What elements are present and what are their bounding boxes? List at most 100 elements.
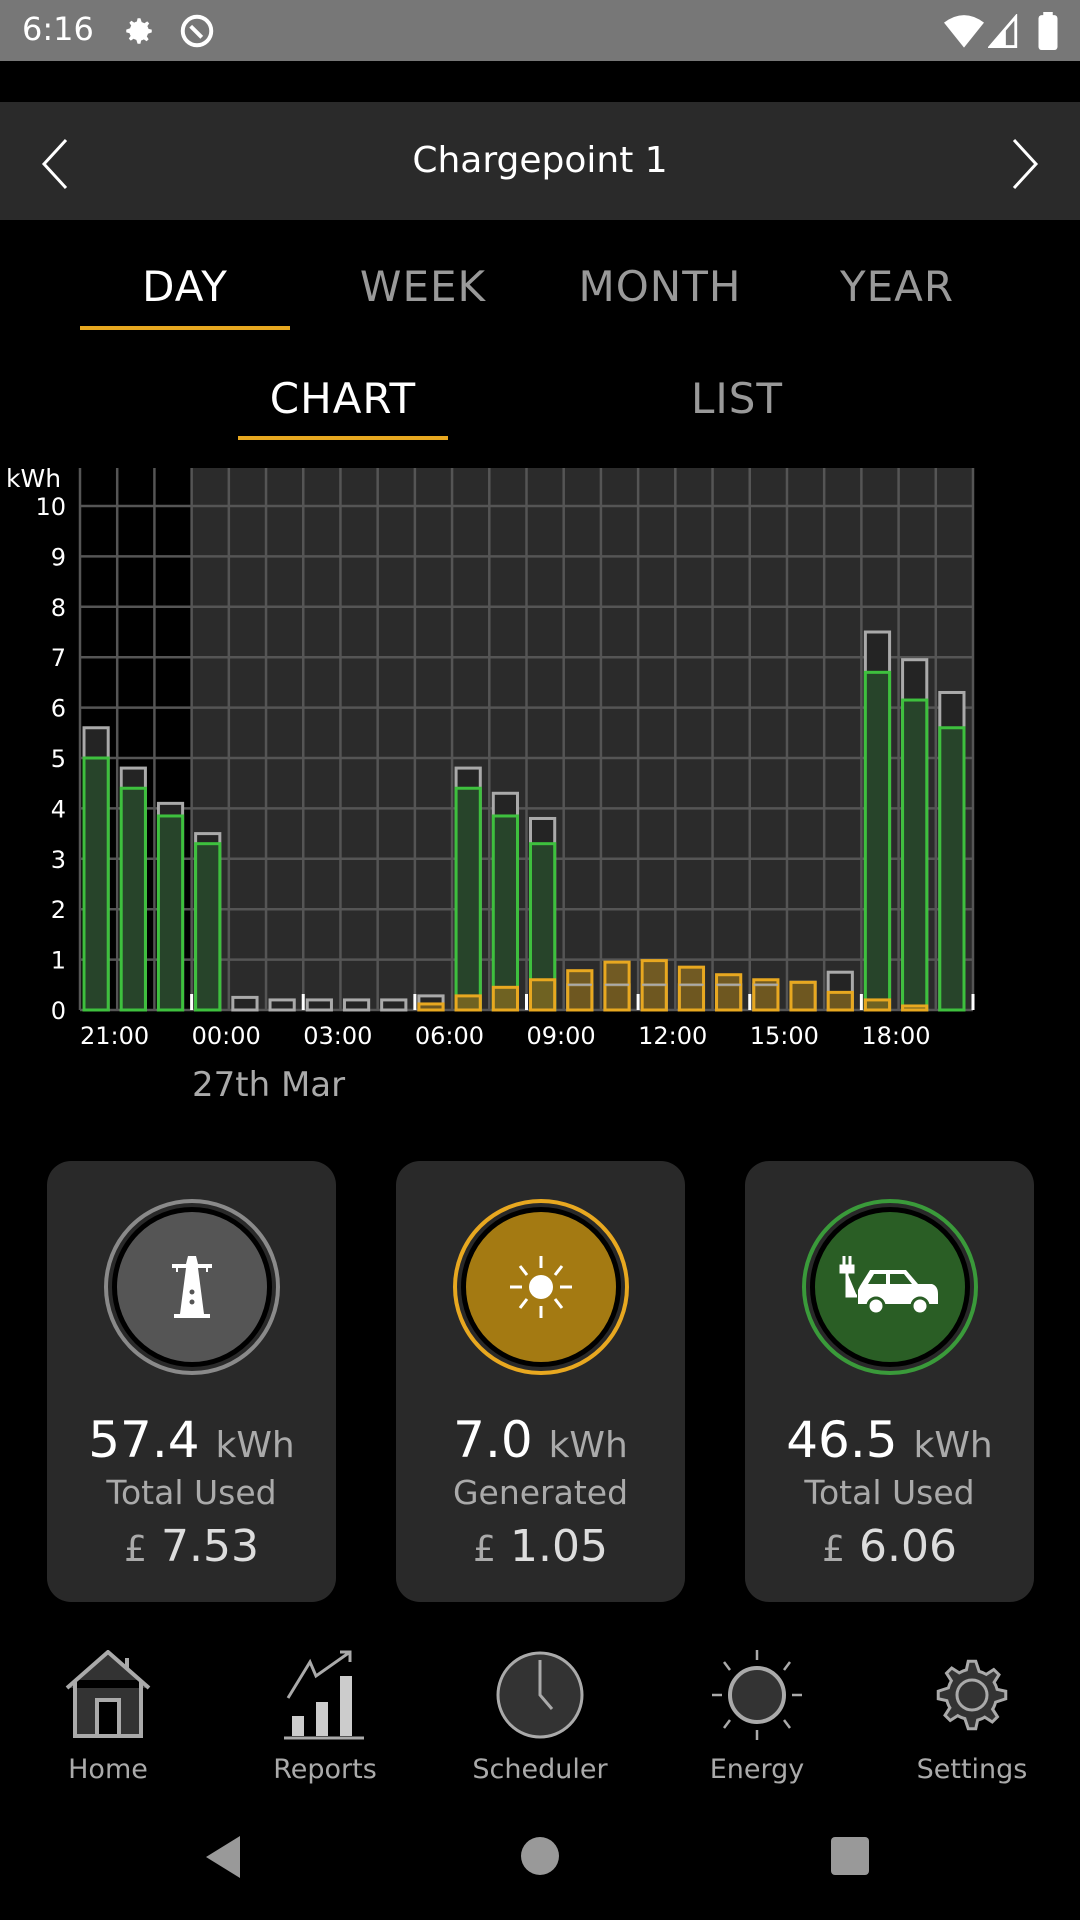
y-tick-label: 2 [51,896,66,924]
home-circle-icon[interactable] [520,1836,560,1876]
bar-total [305,998,333,1012]
back-icon[interactable] [204,1834,244,1880]
solar-circle [453,1199,629,1375]
bar-solar [677,965,706,1012]
bar-solar [603,960,631,1012]
grid-usage-card[interactable]: 57.4 kWh Total Used £ 7.53 [47,1161,336,1602]
bar-solar [901,1004,929,1012]
bar-ev [938,726,966,1012]
bar-solar [529,978,557,1012]
y-tick-label: 1 [51,947,66,975]
signal-icon [988,14,1018,48]
bar-solar [789,980,817,1012]
y-axis-label: kWh [6,464,61,493]
bar-ev [863,670,892,1012]
nav-reports[interactable]: Reports [245,1650,405,1785]
ev-car-icon [839,1256,938,1316]
recents-icon[interactable] [830,1836,870,1876]
tab-chart-underline [238,436,448,440]
bar-ev [491,814,519,1012]
bar-total [380,998,408,1012]
nav-settings-label: Settings [916,1754,1028,1785]
nav-settings[interactable]: Settings [892,1650,1052,1785]
grid-label: Total Used [106,1473,277,1512]
tab-list[interactable]: LIST [632,374,842,423]
chevron-right-icon[interactable] [1008,138,1042,190]
nav-reports-label: Reports [273,1754,377,1785]
ev-card[interactable]: 46.5 kWh Total Used £ 6.06 [745,1161,1034,1602]
reports-icon [284,1650,364,1740]
ev-currency: £ [822,1529,845,1570]
bar-solar [863,998,892,1012]
grid-price: 7.53 [160,1521,259,1572]
x-tick-label: 18:00 [861,1022,930,1050]
solar-label: Generated [452,1473,629,1512]
y-tick-label: 4 [51,795,66,823]
at-sign-icon [180,14,214,48]
y-tick-label: 5 [51,745,66,773]
bar-solar [491,985,519,1012]
solar-value: 7.0 [453,1411,533,1469]
ev-circle [802,1199,978,1375]
x-tick-label: 03:00 [303,1022,372,1050]
nav-home-label: Home [68,1754,148,1785]
bar-ev [82,756,110,1012]
bar-ev [454,786,482,1012]
pylon-icon [172,1256,212,1318]
x-tick-label: 12:00 [638,1022,707,1050]
ev-unit: kWh [913,1425,993,1466]
x-tick-label: 15:00 [750,1022,819,1050]
tab-chart[interactable]: CHART [238,374,448,423]
gear-icon [126,18,152,44]
status-bar: 6:16 [0,0,1080,61]
status-time: 6:16 [22,10,94,48]
bar-solar [417,1002,445,1012]
bar-ev [901,698,929,1012]
page-title: Chargepoint 1 [412,140,668,181]
nav-scheduler[interactable]: Scheduler [460,1650,620,1785]
ev-label: Total Used [804,1473,975,1512]
y-tick-label: 0 [51,997,66,1025]
battery-icon [1038,12,1058,50]
x-tick-label: 09:00 [527,1022,596,1050]
grid-currency: £ [124,1529,147,1570]
tab-year[interactable]: YEAR [792,262,1002,311]
energy-chart[interactable]: 0 1 2 3 4 5 6 7 8 9 10kWh 21:00 00:00 03:00 06:00 09:00… [0,460,1080,1110]
plot-background [191,468,973,1010]
grid-unit: kWh [215,1425,295,1466]
bar-solar [826,990,854,1012]
y-tick-label: 8 [51,594,66,622]
sun-icon [712,1650,802,1740]
tab-week[interactable]: WEEK [318,262,528,311]
nav-home[interactable]: Home [28,1649,188,1785]
x-tick-label: 00:00 [192,1022,261,1050]
grid-value: 57.4 [88,1411,200,1469]
sun-icon [510,1256,572,1318]
y-tick-label: 3 [51,846,66,874]
tab-day[interactable]: DAY [80,262,290,311]
wifi-icon [944,15,984,48]
bar-total [342,998,371,1012]
x-tick-label: 06:00 [415,1022,484,1050]
gear-icon [936,1659,1008,1731]
nav-energy-label: Energy [709,1754,805,1785]
y-tick-label: 10 [35,493,66,521]
header-bar: Chargepoint 1 [0,102,1080,220]
solar-card[interactable]: 7.0 kWh Generated £ 1.05 [396,1161,685,1602]
solar-unit: kWh [548,1425,628,1466]
nav-energy[interactable]: Energy [677,1650,837,1785]
bar-solar [715,973,743,1012]
tab-month[interactable]: MONTH [555,262,765,311]
solar-price: 1.05 [509,1521,608,1572]
x-tick-label: 21:00 [80,1022,149,1050]
bar-ev [194,842,222,1012]
y-tick-label: 7 [51,644,66,672]
bar-total [268,998,296,1012]
bar-ev [156,814,185,1012]
solar-currency: £ [473,1529,496,1570]
bar-ev [119,786,147,1012]
tab-day-underline [80,326,290,330]
clock-icon [496,1651,584,1739]
home-icon [65,1649,151,1738]
ev-value: 46.5 [786,1411,898,1469]
